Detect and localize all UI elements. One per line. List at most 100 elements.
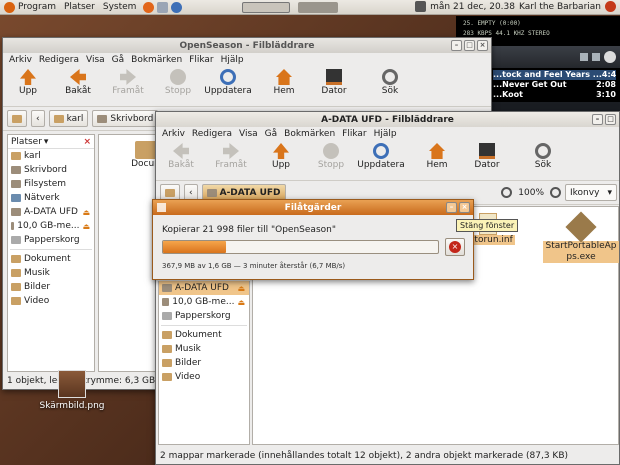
dialog-file-operations: Filåtgärder – × Kopierar 21 998 filer ti… [152, 199, 474, 280]
sidebar-header[interactable]: Platser ▾ × [8, 135, 94, 149]
menu-ga[interactable]: Gå [112, 55, 125, 65]
sidebar-item-karl[interactable]: karl [8, 149, 94, 163]
playlist-row-1[interactable]: ...Never Get Out 2:08 [493, 80, 616, 90]
stop-button[interactable]: Stopp [153, 69, 203, 96]
sidebar-item-natverk[interactable]: Nätverk [8, 191, 94, 205]
menu-visa[interactable]: Visa [86, 55, 105, 65]
menu-hjalp[interactable]: Hjälp [221, 55, 244, 65]
sidebar-item-papperskorg[interactable]: Papperskorg [159, 309, 249, 323]
desktop-icon [97, 114, 108, 123]
edit-location-button[interactable] [7, 110, 27, 127]
eject-icon[interactable]: ⏏ [82, 222, 90, 231]
cancel-button[interactable]: × [445, 238, 465, 256]
eject-icon[interactable]: ⏏ [82, 208, 90, 217]
stop-button[interactable]: Stopp [306, 143, 356, 170]
menu-program[interactable]: Program [0, 1, 60, 13]
sidebar-item-musik[interactable]: Musik [8, 266, 94, 280]
close-button[interactable]: × [459, 202, 470, 213]
eject-icon[interactable] [592, 53, 600, 61]
menu-redigera[interactable]: Redigera [39, 55, 79, 65]
minimize-button[interactable]: – [592, 114, 603, 125]
sidebar-item-skrivbord[interactable]: Skrivbord [8, 163, 94, 177]
menu-bokmarken[interactable]: Bokmärken [284, 129, 335, 139]
forward-button[interactable]: Framåt [206, 143, 256, 170]
home-button[interactable]: Hem [412, 143, 462, 170]
maximize-button[interactable]: □ [464, 40, 475, 51]
sidebar-item-dokument[interactable]: Dokument [159, 328, 249, 342]
menu-arkiv[interactable]: Arkiv [9, 55, 32, 65]
menu-system[interactable]: System [99, 2, 141, 12]
eject-icon[interactable]: ⏏ [237, 298, 245, 307]
eject-icon[interactable]: ⏏ [237, 284, 245, 293]
up-button[interactable]: Upp [3, 69, 53, 96]
sidebar-item-filsystem[interactable]: Filsystem [8, 177, 94, 191]
menu-flikar[interactable]: Flikar [189, 55, 213, 65]
computer-button[interactable]: Dator [462, 143, 512, 170]
sidebar-item-musik[interactable]: Musik [159, 342, 249, 356]
close-button[interactable]: × [477, 40, 488, 51]
sidebar-close-icon[interactable]: × [83, 137, 91, 147]
sidebar-item-papperskorg[interactable]: Papperskorg [8, 233, 94, 247]
speaker-icon[interactable] [415, 1, 427, 12]
sidebar-item-video[interactable]: Video [8, 294, 94, 308]
sidebar-item-label: Papperskorg [175, 311, 231, 321]
menu-visa[interactable]: Visa [239, 129, 258, 139]
mail-icon[interactable] [157, 1, 169, 13]
user-name[interactable]: Karl the Barbarian [519, 2, 601, 12]
back-button[interactable]: Bakåt [53, 69, 103, 96]
forward-label: Framåt [215, 160, 247, 170]
sidebar-item-dokument[interactable]: Dokument [8, 252, 94, 266]
forward-button[interactable]: Framåt [103, 69, 153, 96]
help-icon[interactable] [171, 1, 183, 13]
menu-redigera[interactable]: Redigera [192, 129, 232, 139]
menu-flikar[interactable]: Flikar [342, 129, 366, 139]
sidebar-item-bilder[interactable]: Bilder [159, 356, 249, 370]
sidebar-item-video[interactable]: Video [159, 370, 249, 384]
dialog-titlebar[interactable]: Filåtgärder – × [153, 200, 473, 215]
home-button[interactable]: Hem [259, 69, 309, 96]
minimize-button[interactable]: – [451, 40, 462, 51]
search-button[interactable]: Sök [365, 69, 415, 96]
file-item-startportableapps[interactable]: StartPortableApps.exe [543, 211, 619, 263]
window-titlebar[interactable]: A-DATA UFD - Filbläddrare – □ [156, 112, 619, 127]
clock[interactable]: mån 21 dec, 20.38 [430, 2, 515, 12]
volume-icon[interactable] [604, 51, 616, 63]
desktop-file-icon[interactable]: Skärmbild.png [34, 370, 110, 411]
zoom-in-icon[interactable] [550, 187, 561, 198]
refresh-button[interactable]: Uppdatera [203, 69, 253, 96]
play-icon[interactable] [580, 53, 588, 61]
menu-bokmarken[interactable]: Bokmärken [131, 55, 182, 65]
sidebar-item-adata[interactable]: A-DATA UFD ⏏ [159, 281, 249, 295]
crumb-karl[interactable]: karl [48, 110, 89, 127]
sidebar-dropdown-icon[interactable]: ▾ [44, 137, 49, 147]
playlist-row-2[interactable]: ...Koot 3:10 [493, 90, 616, 100]
tray-icons[interactable] [298, 1, 339, 13]
sidebar-item-adata[interactable]: A-DATA UFD ⏏ [8, 205, 94, 219]
sidebar-item-bilder[interactable]: Bilder [8, 280, 94, 294]
menu-arkiv[interactable]: Arkiv [162, 129, 185, 139]
minimize-button[interactable]: – [446, 202, 457, 213]
workspace-switcher-icon[interactable] [242, 1, 291, 13]
sidebar-item-10gb[interactable]: 10,0 GB-me... ⏏ [159, 295, 249, 309]
shutdown-icon[interactable] [605, 1, 616, 12]
window-titlebar[interactable]: OpenSeason - Filbläddrare – □ × [3, 38, 491, 53]
zoom-out-icon[interactable] [501, 187, 513, 198]
zoom-level[interactable]: 100% [518, 188, 544, 198]
computer-button[interactable]: Dator [309, 69, 359, 96]
menu-platser[interactable]: Platser [60, 2, 99, 12]
playlist-title: ...Never Get Out [493, 80, 567, 89]
firefox-icon[interactable] [143, 1, 155, 13]
view-mode-select[interactable]: Ikonvy ▾ [565, 184, 617, 201]
menu-hjalp[interactable]: Hjälp [374, 129, 397, 139]
search-button[interactable]: Sök [518, 143, 568, 170]
up-button[interactable]: Upp [256, 143, 306, 170]
refresh-button[interactable]: Uppdatera [356, 143, 406, 170]
crumb-skrivbord[interactable]: Skrivbord [92, 110, 159, 127]
menu-ga[interactable]: Gå [265, 129, 278, 139]
file-view[interactable]: Docum [98, 134, 163, 372]
playlist-row-0[interactable]: ...tock and Feel Years ... 4:41 [493, 70, 616, 80]
back-button[interactable]: Bakåt [156, 143, 206, 170]
maximize-button[interactable]: □ [605, 114, 616, 125]
sidebar-item-10gb[interactable]: 10,0 GB-me... ⏏ [8, 219, 94, 233]
crumb-prev-button[interactable]: ‹ [31, 110, 45, 127]
